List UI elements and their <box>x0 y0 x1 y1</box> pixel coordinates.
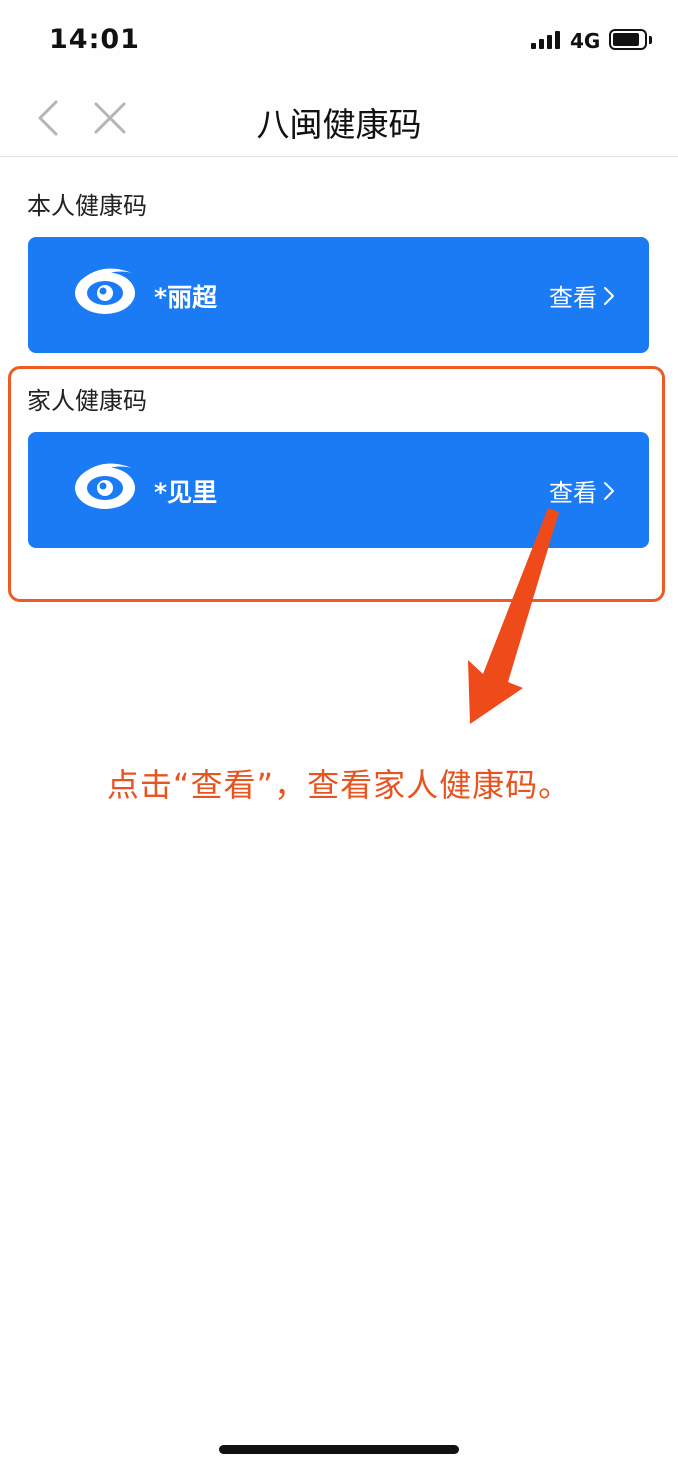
status-time: 14:01 <box>49 24 140 55</box>
nav-bar: 八闽健康码 <box>0 80 678 157</box>
network-label: 4G <box>570 29 601 53</box>
page-title: 八闽健康码 <box>256 105 422 144</box>
status-bar: 14:01 4G <box>0 0 678 80</box>
view-label: 查看 <box>549 284 597 312</box>
health-code-logo-icon <box>75 268 135 314</box>
annotation-arrow-icon <box>468 508 559 724</box>
self-card-name: *丽超 <box>154 283 218 312</box>
battery-tip <box>649 36 652 44</box>
signal-icon <box>531 31 563 49</box>
self-health-code-card[interactable]: *丽超 查看 <box>28 237 649 353</box>
battery-icon <box>609 29 647 50</box>
home-indicator <box>219 1445 459 1454</box>
chevron-right-icon <box>604 286 614 305</box>
annotation-instruction: 点击“查看”，查看家人健康码。 <box>106 766 572 804</box>
self-view-button[interactable]: 查看 <box>549 278 615 313</box>
self-section-label: 本人健康码 <box>27 192 147 220</box>
